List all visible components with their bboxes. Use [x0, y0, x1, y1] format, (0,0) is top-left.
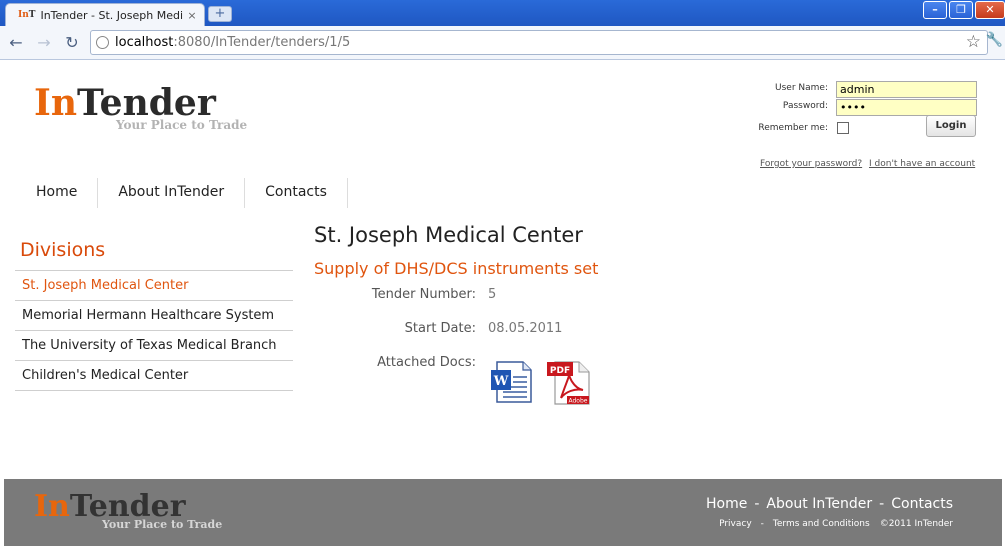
- password-label: Password:: [782, 101, 828, 111]
- top-navigation: Home About InTender Contacts: [16, 178, 348, 208]
- footer-nav-separator: -: [879, 496, 885, 512]
- divisions-sidebar: Divisions St. Joseph Medical Center Memo…: [15, 239, 293, 391]
- nav-home[interactable]: Home: [16, 178, 99, 208]
- footer-nav-separator: -: [754, 496, 760, 512]
- minimize-icon[interactable]: –: [923, 1, 947, 19]
- new-tab-button[interactable]: +: [208, 6, 232, 22]
- forgot-password-link[interactable]: Forgot your password?: [760, 159, 862, 169]
- footer-copyright: ©2011 InTender: [879, 519, 953, 529]
- footer-nav-contacts[interactable]: Contacts: [891, 496, 953, 512]
- nav-contacts[interactable]: Contacts: [245, 178, 348, 208]
- browser-titlebar: InT InTender - St. Joseph Medi... × + – …: [0, 0, 1005, 26]
- url-host: localhost: [115, 35, 174, 50]
- close-window-icon[interactable]: ✕: [975, 1, 1005, 19]
- footer-logo-in: In: [34, 489, 70, 524]
- start-date-value: 08.05.2011: [488, 321, 563, 336]
- intender-favicon-icon: InT: [18, 10, 36, 20]
- attached-docs-label: Attached Docs:: [377, 355, 476, 370]
- word-icon-letter: W: [493, 374, 509, 389]
- back-arrow-icon[interactable]: ←: [5, 32, 27, 54]
- browser-toolbar: ← → ↻ localhost:8080/InTender/tenders/1/…: [0, 26, 1005, 60]
- sidebar-item-utmb[interactable]: The University of Texas Medical Branch: [15, 331, 293, 361]
- window-controls: – ❐ ✕: [923, 1, 1005, 19]
- pdf-document-icon[interactable]: PDF Adobe: [545, 358, 593, 406]
- login-links: Forgot your password? I don't have an ac…: [760, 159, 975, 169]
- url-path: :8080/InTender/tenders/1/5: [173, 35, 351, 50]
- wrench-icon[interactable]: 🔧: [986, 32, 1003, 48]
- site-logo[interactable]: InTender: [34, 83, 216, 123]
- page-title: St. Joseph Medical Center: [314, 223, 583, 247]
- sidebar-item-childrens[interactable]: Children's Medical Center: [15, 361, 293, 391]
- start-date-row: Start Date: 08.05.2011: [314, 321, 714, 341]
- bookmark-star-icon[interactable]: ☆: [966, 31, 981, 54]
- footer-nav-home[interactable]: Home: [706, 496, 747, 512]
- site-tagline: Your Place to Trade: [116, 118, 248, 132]
- site-footer: InTender Your Place to Trade Home - About …: [4, 479, 1002, 546]
- tab-title: InTender - St. Joseph Medi...: [40, 8, 184, 22]
- username-field[interactable]: admin: [836, 81, 977, 98]
- forward-arrow-icon[interactable]: →: [33, 32, 55, 54]
- pdf-icon-label: PDF: [550, 366, 570, 376]
- address-bar[interactable]: localhost:8080/InTender/tenders/1/5 ☆: [90, 30, 988, 55]
- start-date-label: Start Date:: [404, 321, 476, 336]
- username-label: User Name:: [775, 83, 828, 93]
- logo-in: In: [34, 82, 78, 124]
- footer-legal-separator: -: [760, 519, 764, 529]
- tender-subtitle: Supply of DHS/DCS instruments set: [314, 259, 599, 278]
- footer-nav-about[interactable]: About InTender: [766, 496, 872, 512]
- tender-number-label: Tender Number:: [371, 287, 476, 302]
- sidebar-item-st-joseph[interactable]: St. Joseph Medical Center: [15, 271, 293, 301]
- sidebar-title: Divisions: [15, 239, 293, 271]
- sidebar-item-memorial-hermann[interactable]: Memorial Hermann Healthcare System: [15, 301, 293, 331]
- tender-number-row: Tender Number: 5: [314, 287, 714, 307]
- page-icon: [96, 36, 109, 49]
- page-content: InTender Your Place to Trade User Name: …: [0, 61, 1005, 546]
- footer-legal: Privacy - Terms and Conditions ©2011 InTend…: [719, 519, 953, 529]
- pdf-icon-brand: Adobe: [569, 398, 588, 405]
- browser-tab[interactable]: InT InTender - St. Joseph Medi... ×: [5, 3, 205, 26]
- nav-about[interactable]: About InTender: [98, 178, 246, 208]
- footer-tagline: Your Place to Trade: [102, 518, 223, 531]
- footer-navigation: Home - About InTender - Contacts: [706, 496, 953, 512]
- tender-number-value: 5: [488, 287, 497, 302]
- footer-terms-link[interactable]: Terms and Conditions: [773, 519, 870, 529]
- password-field[interactable]: ••••: [836, 99, 977, 116]
- footer-privacy-link[interactable]: Privacy: [719, 519, 752, 529]
- maximize-icon[interactable]: ❐: [949, 1, 973, 19]
- no-account-link[interactable]: I don't have an account: [869, 159, 975, 169]
- tab-close-icon[interactable]: ×: [184, 9, 200, 22]
- remember-label: Remember me:: [758, 123, 828, 133]
- reload-icon[interactable]: ↻: [61, 32, 83, 54]
- attached-docs-list: W PDF Adobe: [489, 358, 593, 406]
- remember-checkbox[interactable]: [837, 122, 849, 134]
- tender-details: St. Joseph Medical Center Supply of DHS/…: [314, 223, 974, 405]
- login-button[interactable]: Login: [926, 115, 976, 137]
- word-document-icon[interactable]: W: [489, 358, 537, 406]
